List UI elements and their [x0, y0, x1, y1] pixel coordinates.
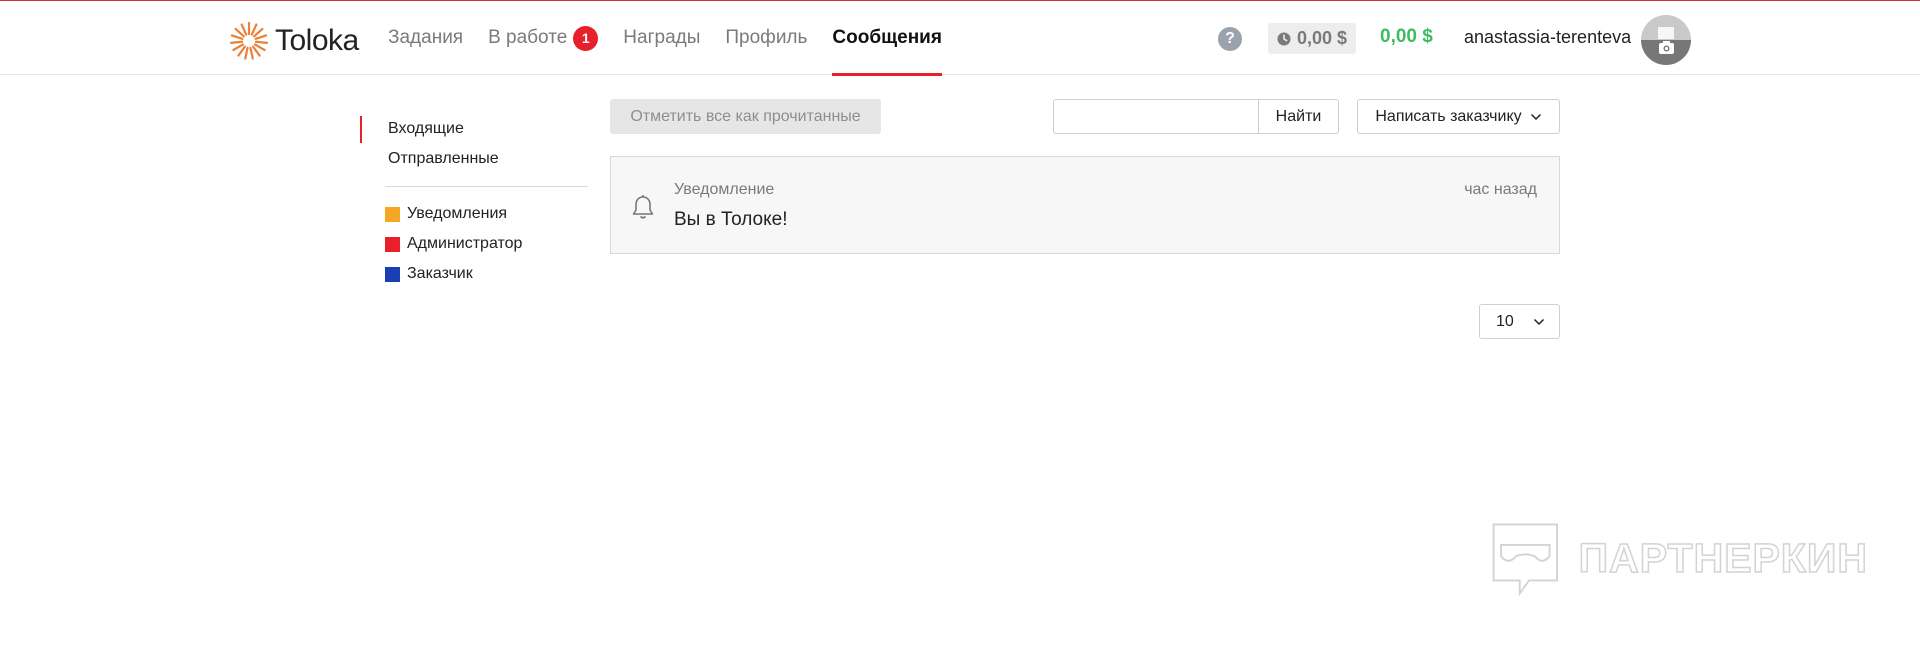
- message-item[interactable]: Уведомление Вы в Толоке! час назад: [610, 156, 1560, 254]
- per-page-value: 10: [1496, 312, 1514, 330]
- chevron-down-icon: [1530, 113, 1541, 120]
- bell-icon: [632, 195, 654, 219]
- sidebar-category-requester[interactable]: Заказчик: [360, 259, 588, 289]
- clock-icon: [1277, 32, 1291, 45]
- write-to-requester-label: Написать заказчику: [1375, 107, 1522, 125]
- sidebar-category-label: Администратор: [407, 235, 523, 252]
- message-time: час назад: [1464, 181, 1537, 198]
- help-icon[interactable]: ?: [1218, 27, 1242, 51]
- sidebar-divider: [385, 186, 588, 187]
- help-icon-glyph: ?: [1225, 30, 1235, 47]
- chevron-down-icon: [1533, 318, 1545, 326]
- pending-balance[interactable]: 0,00 $: [1268, 23, 1357, 54]
- sidebar-category-notifications[interactable]: Уведомления: [360, 199, 588, 229]
- watermark-logo-icon: [1492, 523, 1558, 597]
- nav-tasks-label: Задания: [388, 27, 464, 48]
- nav-in-progress[interactable]: В работе 1: [488, 1, 599, 75]
- sidebar-category-administrator[interactable]: Администратор: [360, 229, 588, 259]
- per-page-select[interactable]: 10: [1479, 304, 1560, 339]
- main-nav: Задания В работе 1 Награды Профиль Сообщ…: [388, 1, 967, 76]
- category-color-swatch: [385, 266, 400, 282]
- search-input[interactable]: [1053, 99, 1258, 134]
- sidebar-category-label: Заказчик: [407, 265, 473, 282]
- message-type: Уведомление: [674, 181, 775, 198]
- in-progress-count-badge: 1: [573, 25, 599, 51]
- nav-tasks[interactable]: Задания: [388, 1, 463, 75]
- nav-in-progress-label: В работе: [488, 27, 568, 48]
- category-color-swatch: [385, 236, 400, 252]
- mark-all-read-button[interactable]: Отметить все как прочитанные: [610, 99, 881, 134]
- mark-all-read-label: Отметить все как прочитанные: [630, 107, 861, 125]
- search-button[interactable]: Найти: [1258, 99, 1339, 134]
- nav-profile[interactable]: Профиль: [725, 1, 807, 75]
- watermark: ПАРТНЕРКИН: [1488, 516, 1868, 600]
- pending-balance-value: 0,00 $: [1297, 28, 1348, 48]
- nav-rewards-label: Награды: [623, 27, 701, 48]
- watermark-text: ПАРТНЕРКИН: [1578, 534, 1868, 582]
- sidebar-item-inbox[interactable]: Входящие: [360, 114, 588, 144]
- header: Toloka Задания В работе 1 Награды Профил…: [0, 1, 1920, 76]
- sidebar-item-label: Отправленные: [388, 150, 499, 167]
- message-title: Вы в Толоке!: [674, 209, 788, 230]
- balance-value[interactable]: 0,00 $: [1380, 26, 1433, 48]
- category-color-swatch: [385, 206, 400, 222]
- toloka-sun-icon: [229, 21, 269, 60]
- messages-sidebar: Входящие Отправленные Уведомления Админи…: [360, 114, 588, 289]
- sidebar-item-label: Входящие: [388, 120, 464, 137]
- write-to-requester-button[interactable]: Написать заказчику: [1357, 99, 1560, 134]
- username[interactable]: anastassia-terenteva: [1464, 27, 1631, 48]
- camera-icon: [1658, 27, 1674, 54]
- sidebar-category-label: Уведомления: [407, 205, 508, 222]
- logo-text: Toloka: [275, 24, 359, 57]
- logo[interactable]: Toloka: [229, 21, 359, 61]
- nav-profile-label: Профиль: [725, 27, 808, 48]
- nav-messages-label: Сообщения: [832, 27, 942, 48]
- search-button-label: Найти: [1275, 107, 1322, 125]
- avatar[interactable]: [1641, 15, 1691, 65]
- nav-messages[interactable]: Сообщения: [832, 1, 942, 76]
- sidebar-item-sent[interactable]: Отправленные: [360, 144, 588, 174]
- nav-rewards[interactable]: Награды: [623, 1, 700, 75]
